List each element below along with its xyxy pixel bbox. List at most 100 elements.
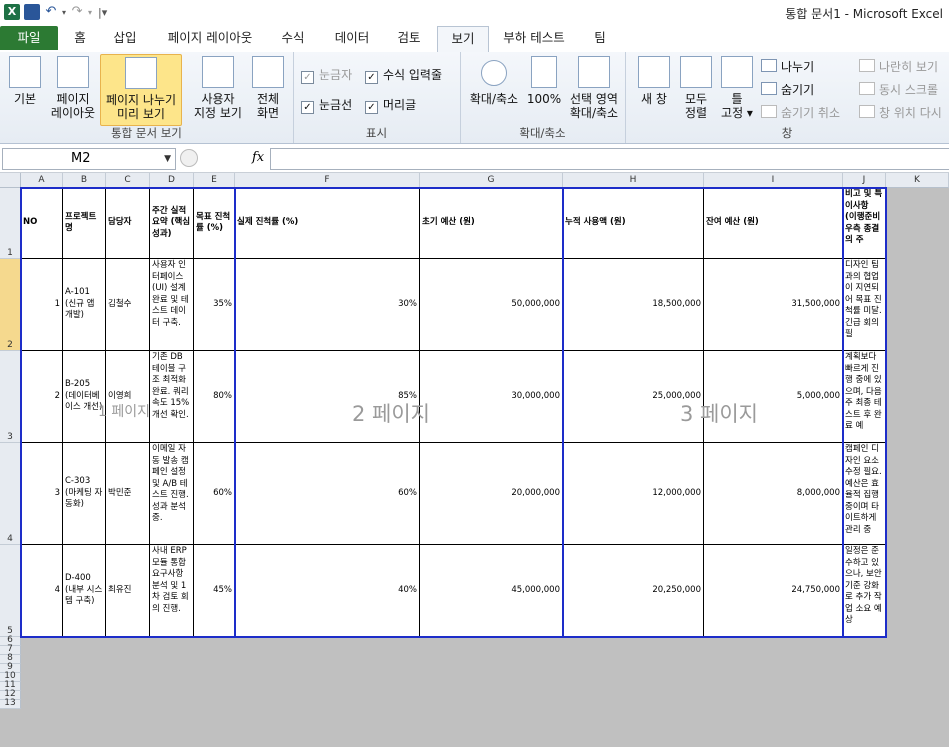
table-cell[interactable]: 20,000,000 (420, 443, 563, 545)
table-cell[interactable]: 80% (194, 351, 235, 443)
table-cell[interactable]: 60% (194, 443, 235, 545)
tab-home[interactable]: 홈 (64, 26, 96, 50)
table-cell[interactable]: 45% (194, 545, 235, 637)
page-break-right[interactable] (885, 187, 887, 638)
column-header-j[interactable]: J (843, 173, 886, 188)
table-cell[interactable]: 24,750,000 (704, 545, 843, 637)
table-header-cell[interactable]: 비고 및 특이사항 (이행준비 우측 종결의 주 (843, 188, 886, 259)
table-cell[interactable]: 18,500,000 (563, 259, 704, 351)
unhide-button[interactable]: 숨기기 취소 (761, 104, 840, 121)
custom-views-button[interactable]: 사용자 지정 보기 (188, 54, 248, 126)
page-break-left[interactable] (20, 187, 22, 638)
table-cell[interactable]: 5,000,000 (704, 351, 843, 443)
excel-app-icon[interactable]: X (4, 4, 20, 20)
name-box[interactable]: M2 ▼ (2, 148, 176, 170)
page-break-bottom[interactable] (20, 636, 887, 638)
tab-insert[interactable]: 삽입 (104, 26, 146, 50)
headings-checkbox[interactable]: ✓ 머리글 (365, 96, 416, 114)
column-header-k[interactable]: K (886, 173, 949, 188)
table-cell[interactable]: 85% (235, 351, 420, 443)
table-cell[interactable]: 최유진 (106, 545, 150, 637)
table-header-cell[interactable]: 잔여 예산 (원) (704, 188, 843, 259)
table-cell[interactable]: 60% (235, 443, 420, 545)
undo-dropdown-icon[interactable]: ▾ (62, 8, 66, 17)
save-icon[interactable] (24, 4, 40, 20)
formula-bar-checkbox[interactable]: ✓ 수식 입력줄 (365, 66, 442, 84)
column-header-b[interactable]: B (63, 173, 106, 188)
table-cell[interactable]: 35% (194, 259, 235, 351)
table-cell[interactable]: 12,000,000 (563, 443, 704, 545)
page-layout-view-button[interactable]: 페이지 레이아웃 (48, 54, 98, 126)
ruler-checkbox[interactable]: ✓ 눈금자 (301, 66, 352, 84)
tab-data[interactable]: 데이터 (326, 26, 378, 50)
column-header-g[interactable]: G (420, 173, 563, 188)
row-header-4[interactable]: 4 (0, 443, 21, 545)
table-cell[interactable]: 25,000,000 (563, 351, 704, 443)
row-header-1[interactable]: 1 (0, 188, 21, 259)
zoom-100-button[interactable]: 100% (526, 54, 562, 126)
table-cell[interactable]: 40% (235, 545, 420, 637)
gridlines-checkbox[interactable]: ✓ 눈금선 (301, 96, 352, 114)
column-header-c[interactable]: C (106, 173, 150, 188)
insert-function-icon[interactable]: fx (252, 150, 264, 165)
row-header-13[interactable]: 13 (0, 699, 21, 709)
tab-page-layout[interactable]: 페이지 레이아웃 (158, 26, 262, 50)
table-cell[interactable]: 기존 DB 테이블 구조 최적화 완료. 쿼리 속도 15% 개선 확인. (150, 351, 194, 443)
table-cell[interactable]: 31,500,000 (704, 259, 843, 351)
undo-icon[interactable]: ↶ (44, 5, 58, 19)
table-cell[interactable]: 45,000,000 (420, 545, 563, 637)
table-header-cell[interactable]: NO (21, 188, 63, 259)
column-header-f[interactable]: F (235, 173, 420, 188)
page-break-3-4[interactable] (842, 187, 844, 638)
column-header-a[interactable]: A (21, 173, 63, 188)
table-header-cell[interactable]: 주간 실적 요약 (핵심 성과) (150, 188, 194, 259)
table-cell[interactable]: 30,000,000 (420, 351, 563, 443)
full-screen-button[interactable]: 전체 화면 (250, 54, 286, 126)
tab-formulas[interactable]: 수식 (272, 26, 314, 50)
table-cell[interactable]: 이영희 (106, 351, 150, 443)
page-break-1-2[interactable] (234, 187, 236, 638)
page-break-top[interactable] (20, 187, 887, 189)
tab-view[interactable]: 보기 (437, 26, 489, 53)
chevron-down-icon[interactable]: ▼ (164, 149, 171, 169)
table-cell[interactable]: B-205 (데이터베이스 개선) (63, 351, 106, 443)
zoom-to-selection-button[interactable]: 선택 영역 확대/축소 (566, 54, 622, 126)
column-header-e[interactable]: E (194, 173, 235, 188)
tab-review[interactable]: 검토 (388, 26, 430, 50)
table-header-cell[interactable]: 담당자 (106, 188, 150, 259)
table-cell[interactable]: 30% (235, 259, 420, 351)
table-cell[interactable]: 1 (21, 259, 63, 351)
page-break-2-3[interactable] (562, 187, 564, 638)
table-cell[interactable]: C-303 (마케팅 자동화) (63, 443, 106, 545)
table-cell[interactable]: 8,000,000 (704, 443, 843, 545)
table-cell[interactable]: 2 (21, 351, 63, 443)
table-header-cell[interactable]: 누적 사용액 (원) (563, 188, 704, 259)
table-cell[interactable]: 이메일 자동 발송 캠페인 설정 및 A/B 테스트 진행. 성과 분석 중. (150, 443, 194, 545)
table-cell[interactable]: 사내 ERP 모듈 통합 요구사항 분석 및 1차 검토 회의 진행. (150, 545, 194, 637)
table-cell[interactable]: 김철수 (106, 259, 150, 351)
table-cell[interactable]: 캠페인 디자인 요소 수정 필요. 예산은 효율적 집행 중이며 타이트하게 관… (843, 443, 886, 545)
row-header-5[interactable]: 5 (0, 545, 21, 637)
redo-icon[interactable]: ↷ (70, 5, 84, 19)
normal-view-button[interactable]: 기본 (4, 54, 46, 126)
customize-qat-icon[interactable]: |▾ (98, 6, 107, 19)
table-header-cell[interactable]: 목표 진척률 (%) (194, 188, 235, 259)
table-cell[interactable]: 사용자 인터페이스(UI) 설계 완료 및 테스트 데이터 구축. (150, 259, 194, 351)
row-header-2[interactable]: 2 (0, 259, 21, 351)
table-cell[interactable]: 4 (21, 545, 63, 637)
select-all-corner[interactable] (0, 173, 21, 188)
zoom-button[interactable]: 확대/축소 (466, 54, 522, 126)
table-cell[interactable]: 일정은 준수하고 있으나, 보안 기준 강화로 추가 작업 소요 예상 (843, 545, 886, 637)
table-cell[interactable]: 박민준 (106, 443, 150, 545)
freeze-panes-button[interactable]: 틀 고정 ▾ (717, 54, 757, 126)
column-header-i[interactable]: I (704, 173, 843, 188)
split-button[interactable]: 나누기 (761, 58, 814, 75)
row-header-3[interactable]: 3 (0, 351, 21, 443)
table-cell[interactable]: 3 (21, 443, 63, 545)
table-cell[interactable]: D-400 (내부 시스템 구축) (63, 545, 106, 637)
table-header-cell[interactable]: 실제 진척률 (%) (235, 188, 420, 259)
table-header-cell[interactable]: 초기 예산 (원) (420, 188, 563, 259)
page-break-preview-button[interactable]: 페이지 나누기 미리 보기 (100, 54, 182, 126)
column-header-d[interactable]: D (150, 173, 194, 188)
tab-load-test[interactable]: 부하 테스트 (494, 26, 574, 50)
